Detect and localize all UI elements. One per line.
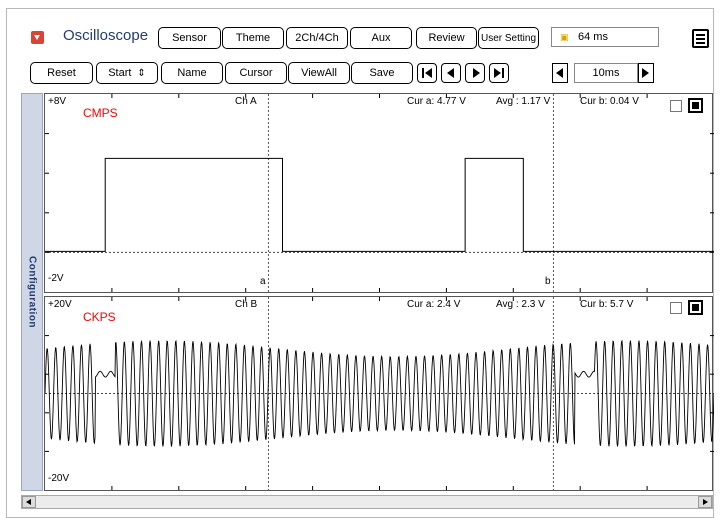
scroll-right-icon[interactable] — [698, 496, 712, 508]
oscilloscope-window: Oscilloscope Sensor Theme 2Ch/4Ch Aux Re… — [6, 8, 714, 518]
ch-b-average: Avg : 2.3 V — [496, 299, 545, 310]
configuration-label: Configuration — [26, 255, 38, 329]
timer-icon: ▣ — [560, 32, 569, 42]
timer-value: 64 ms — [578, 31, 608, 43]
cursor-a-marker[interactable]: a — [260, 276, 266, 288]
ch-a-cursor-a-value: Cur a: 4.77 V — [407, 96, 466, 107]
ch-a-top-label: +8V — [48, 96, 67, 107]
ch-b-signal-name: CKPS — [83, 310, 116, 324]
scope-app-icon[interactable] — [31, 31, 44, 44]
start-label: Start — [108, 67, 132, 79]
ch-a-signal-name: CMPS — [83, 106, 118, 120]
channel-b-panel[interactable]: +20V -20V Ch B CKPS Cur a: 2.4 V Avg : 2… — [44, 296, 714, 491]
ch-b-select-checkbox[interactable] — [670, 302, 682, 314]
app-title: Oscilloscope — [63, 27, 149, 44]
ch-b-expand-icon[interactable] — [688, 300, 703, 315]
first-frame-icon[interactable] — [417, 63, 437, 83]
ch-a-cursor-b-value: Cur b: 0.04 V — [580, 96, 639, 107]
sensor-button[interactable]: Sensor — [158, 27, 221, 49]
hamburger-menu-icon[interactable] — [692, 29, 709, 48]
last-frame-icon[interactable] — [489, 63, 509, 83]
ch-b-cursor-a-value: Cur a: 2.4 V — [407, 299, 461, 310]
ch-a-expand-icon[interactable] — [688, 98, 703, 113]
name-button[interactable]: Name — [161, 62, 223, 84]
cursor-button[interactable]: Cursor — [225, 62, 287, 84]
ch-b-top-label: +20V — [48, 299, 72, 310]
ch-b-bottom-label: -20V — [48, 473, 70, 484]
timer-display: ▣ 64 ms — [551, 27, 659, 47]
configuration-tab[interactable]: Configuration — [21, 93, 43, 491]
save-button[interactable]: Save — [351, 62, 413, 84]
timebase-decrease-icon[interactable] — [552, 63, 568, 83]
ch-a-select-checkbox[interactable] — [670, 100, 682, 112]
review-button[interactable]: Review — [416, 27, 477, 49]
channel-a-panel[interactable]: +8V -2V Ch A CMPS Cur a: 4.77 V Avg : 1.… — [44, 93, 714, 293]
aux-button[interactable]: Aux — [350, 27, 412, 49]
start-arrows-icon: ⇕ — [137, 67, 146, 79]
channel-mode-button[interactable]: 2Ch/4Ch — [286, 27, 348, 49]
reset-button[interactable]: Reset — [30, 62, 93, 84]
prev-frame-icon[interactable] — [441, 63, 461, 83]
timebase-value: 10ms — [574, 63, 638, 83]
horizontal-scrollbar[interactable] — [21, 495, 713, 509]
next-frame-icon[interactable] — [465, 63, 485, 83]
timebase-increase-icon[interactable] — [638, 63, 654, 83]
scroll-left-icon[interactable] — [22, 496, 36, 508]
user-setting-button[interactable]: User Setting — [478, 27, 539, 49]
channel-a-plot[interactable] — [45, 94, 714, 292]
start-button[interactable]: Start ⇕ — [96, 62, 158, 84]
ch-a-average: Avg : 1.17 V — [496, 96, 551, 107]
ch-a-waveform — [45, 157, 714, 252]
ch-a-bottom-label: -2V — [48, 273, 64, 284]
channel-b-plot[interactable] — [45, 297, 714, 490]
ch-b-channel-label: Ch B — [235, 299, 258, 310]
theme-button[interactable]: Theme — [222, 27, 284, 49]
cursor-b-marker[interactable]: b — [545, 276, 551, 288]
ch-a-channel-label: Ch A — [235, 96, 257, 107]
viewall-button[interactable]: ViewAll — [288, 62, 350, 84]
ch-b-cursor-b-value: Cur b: 5.7 V — [580, 299, 634, 310]
